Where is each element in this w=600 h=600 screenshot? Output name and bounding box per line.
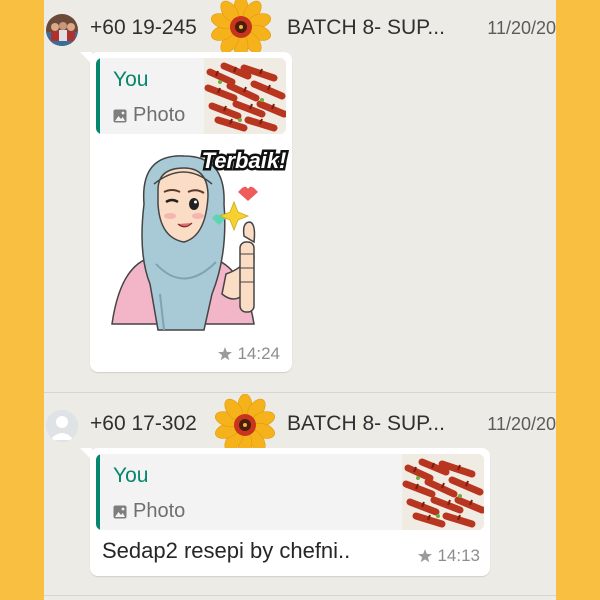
message-time: 14:24 xyxy=(218,344,280,364)
sticker-text: Terbaik! xyxy=(202,148,287,173)
quoted-message[interactable]: You Photo xyxy=(96,454,484,530)
message-bubble[interactable]: You Photo Sedap2 resepi by chefni.. 14:1… xyxy=(80,448,490,576)
star-icon xyxy=(418,549,433,563)
photo-icon xyxy=(113,109,127,122)
bubble-tail xyxy=(80,448,92,460)
food-thumbnail xyxy=(204,58,286,134)
photo-icon xyxy=(113,505,127,518)
message-time-label: 14:13 xyxy=(437,546,480,565)
quoted-type: Photo xyxy=(113,104,185,127)
sticker-image[interactable]: Terbaik! xyxy=(94,144,290,334)
quote-accent-bar xyxy=(96,58,100,134)
message-time: 14:13 xyxy=(418,546,480,566)
message-time-label: 14:24 xyxy=(237,344,280,363)
bubble-tail xyxy=(80,52,92,64)
group-photo-avatar[interactable] xyxy=(46,14,78,46)
quoted-author: You xyxy=(113,68,149,91)
group-name: BATCH 8- SUP... xyxy=(287,412,445,435)
message-date: 11/20/20 xyxy=(487,17,556,38)
group-name: BATCH 8- SUP... xyxy=(287,16,445,39)
quoted-type: Photo xyxy=(113,500,185,523)
message-header[interactable]: +60 19-245 BATCH 8- SUP... 11/20/20 xyxy=(44,4,556,52)
food-thumbnail xyxy=(402,454,484,530)
message-bubble[interactable]: You Photo Terbaik! 14:24 xyxy=(80,52,292,372)
quoted-author: You xyxy=(113,464,149,487)
message-date: 11/20/20 xyxy=(487,413,556,434)
quoted-message[interactable]: You Photo xyxy=(96,58,286,134)
sender-name: +60 19-245 xyxy=(90,16,197,39)
flower-sticker xyxy=(210,0,272,58)
quoted-type-label: Photo xyxy=(133,104,186,126)
flower-sticker xyxy=(214,394,276,456)
result-divider xyxy=(44,392,556,393)
default-user-avatar[interactable] xyxy=(46,410,78,442)
message-caption: Sedap2 resepi by chefni.. xyxy=(102,538,351,563)
chat-search-results: +60 19-245 BATCH 8- SUP... 11/20/20 You … xyxy=(44,0,556,600)
star-icon xyxy=(218,347,233,361)
message-header[interactable]: +60 17-302 BATCH 8- SUP... 11/20/20 xyxy=(44,400,556,448)
sender-name: +60 17-302 xyxy=(90,412,197,435)
quoted-type-label: Photo xyxy=(133,500,186,522)
quote-accent-bar xyxy=(96,454,100,530)
result-divider xyxy=(44,595,556,596)
